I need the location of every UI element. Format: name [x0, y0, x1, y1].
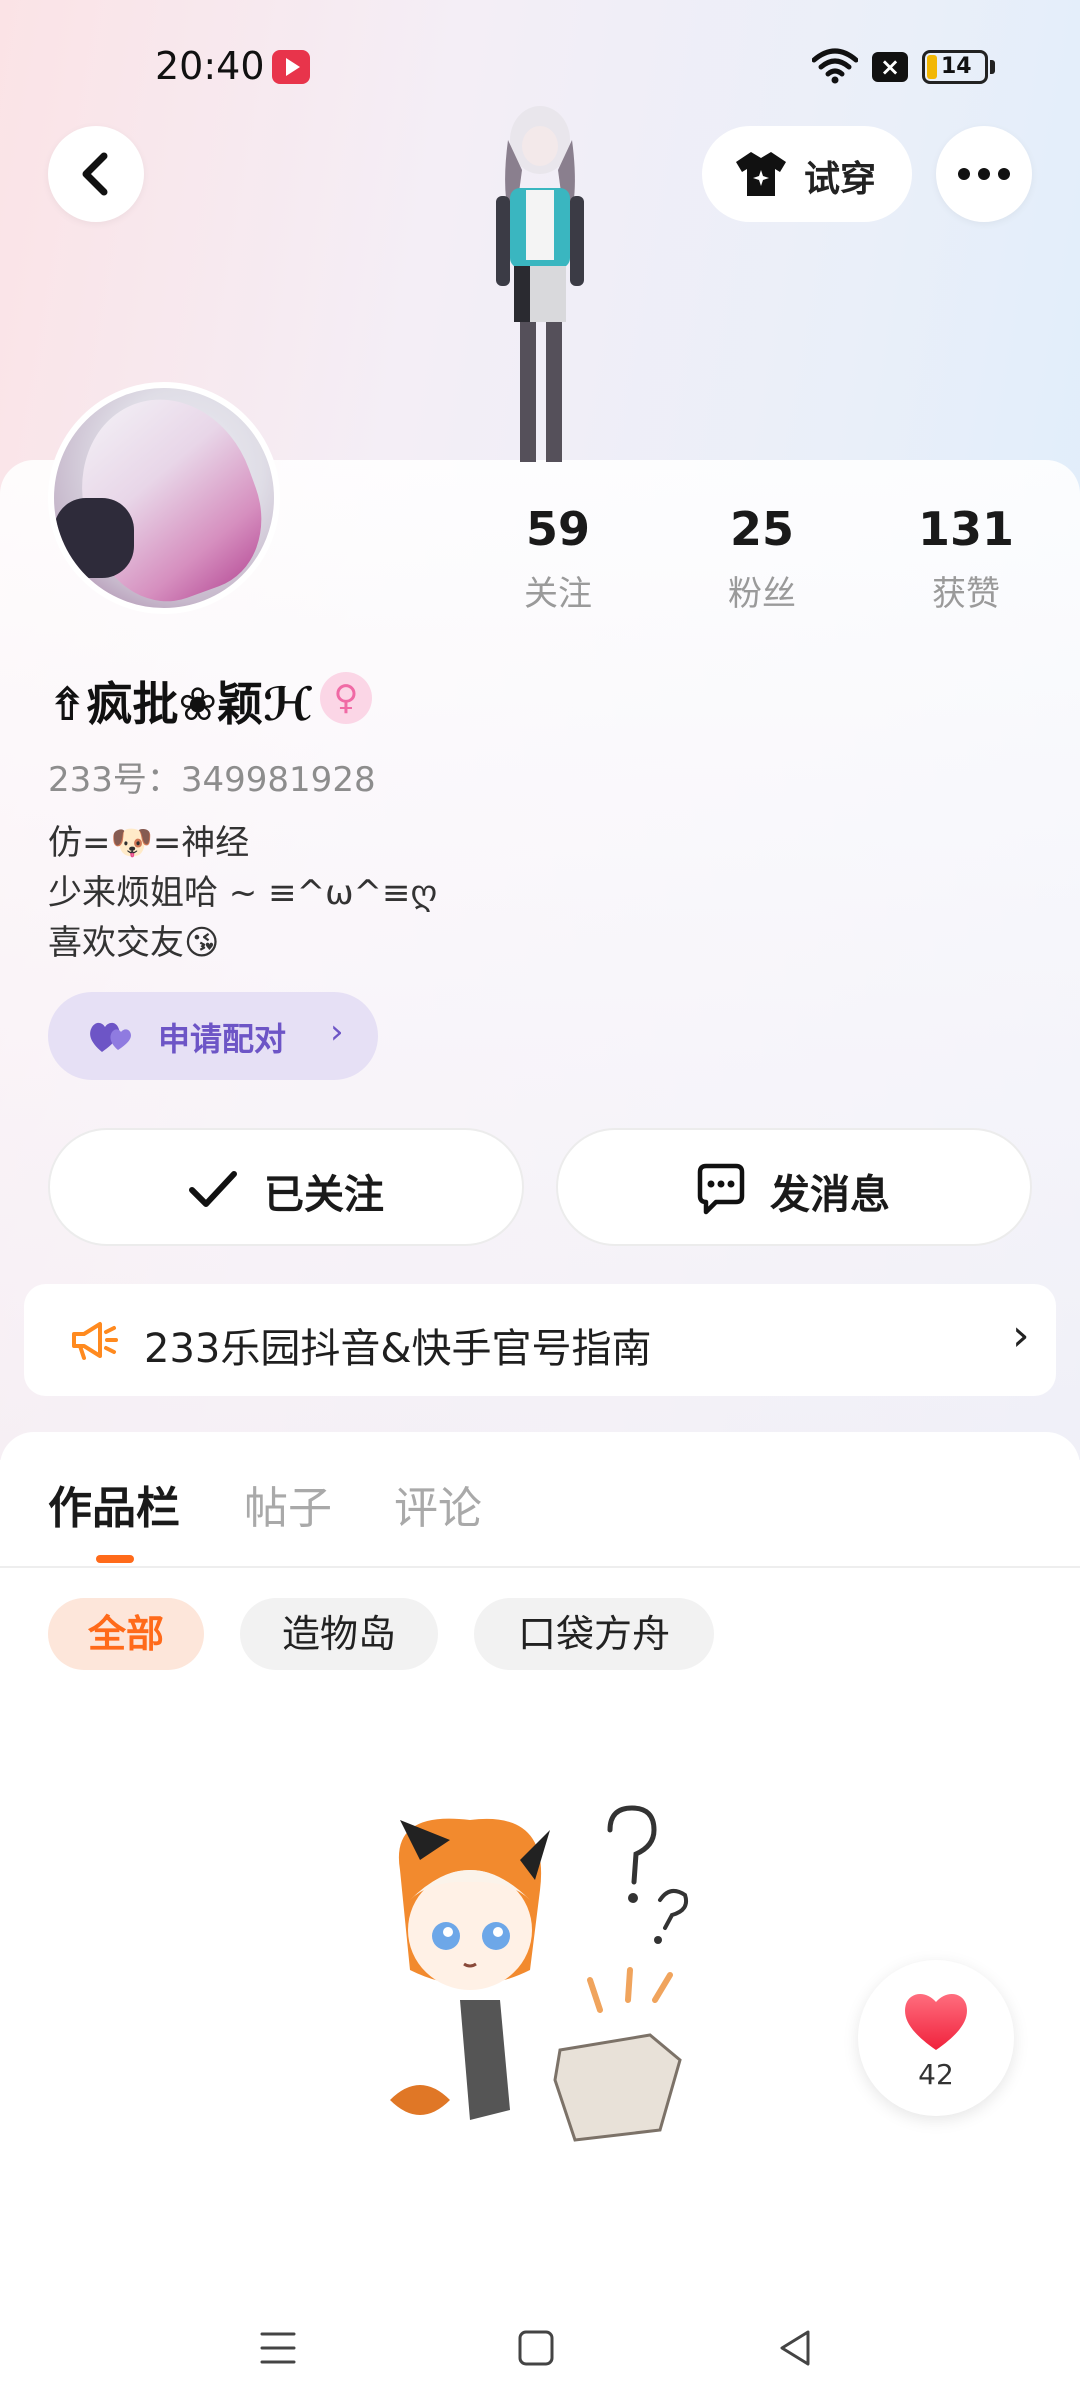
double-heart-icon — [90, 1022, 131, 1052]
stat-label: 粉丝 — [728, 574, 796, 614]
avatar-figure[interactable] — [440, 100, 640, 462]
back-icon — [82, 152, 108, 196]
female-gender-icon: ♀ — [320, 672, 372, 724]
notice-banner[interactable]: 233乐园抖音&快手官号指南 › — [24, 1284, 1056, 1396]
like-float-button[interactable]: 42 — [858, 1960, 1014, 2116]
filter-all[interactable]: 全部 — [48, 1598, 204, 1670]
active-tab-indicator — [96, 1555, 134, 1563]
home-icon[interactable] — [514, 2326, 558, 2370]
try-on-button[interactable]: 试穿 — [702, 126, 912, 222]
chevron-right-icon: › — [1012, 1310, 1030, 1361]
followed-button[interactable]: 已关注 — [48, 1128, 524, 1246]
stat-value: 59 — [525, 502, 590, 556]
more-button[interactable] — [936, 126, 1032, 222]
send-message-button[interactable]: 发消息 — [556, 1128, 1032, 1246]
tab-comments[interactable]: 评论 — [394, 1472, 482, 1536]
like-count: 42 — [918, 2058, 954, 2091]
filter-creation-island[interactable]: 造物岛 — [240, 1598, 438, 1670]
request-pair-button[interactable]: 申请配对 › — [48, 992, 378, 1080]
stat-likes[interactable]: 131 获赞 — [886, 502, 1046, 615]
try-on-label: 试穿 — [804, 159, 877, 200]
profile-name: ⇮疯批❀颖ℋ — [48, 677, 313, 731]
stat-value: 25 — [729, 502, 794, 556]
more-icon — [958, 168, 1010, 180]
menu-icon[interactable] — [256, 2326, 300, 2370]
chevron-right-icon: › — [330, 1012, 344, 1052]
battery-tip — [990, 60, 995, 74]
stat-label: 获赞 — [932, 574, 1000, 614]
tab-works[interactable]: 作品栏 — [48, 1472, 180, 1536]
chat-bubble-icon — [697, 1163, 745, 1215]
check-icon — [189, 1171, 237, 1207]
stat-following[interactable]: 59 关注 — [478, 502, 638, 615]
request-pair-label: 申请配对 — [158, 1020, 287, 1058]
tab-posts[interactable]: 帖子 — [244, 1472, 332, 1536]
empty-state-illustration — [390, 1805, 689, 2142]
stat-followers[interactable]: 25 粉丝 — [682, 502, 842, 615]
back-triangle-icon[interactable] — [774, 2326, 818, 2370]
status-time: 20:40 — [155, 44, 265, 88]
battery-level: 14 — [941, 54, 972, 79]
followed-label: 已关注 — [264, 1172, 384, 1218]
notice-text: 233乐园抖音&快手官号指南 — [144, 1326, 652, 1372]
stat-label: 关注 — [524, 574, 592, 614]
megaphone-icon — [72, 1322, 118, 1360]
stat-value: 131 — [917, 502, 1015, 556]
wifi-icon — [812, 48, 858, 84]
user-id: 233号：349981928 — [48, 760, 376, 800]
battery-icon: 14 — [922, 50, 988, 84]
filter-pocket-ark[interactable]: 口袋方舟 — [474, 1598, 714, 1670]
status-bar: 20:40 × 14 — [0, 40, 1080, 100]
tab-divider — [0, 1566, 1080, 1568]
record-icon — [272, 50, 310, 84]
send-message-label: 发消息 — [770, 1172, 890, 1218]
profile-bio: 仿=🐶=神经 少来烦姐哈 ~ ≡^ω^≡ღ 喜欢交友😘 — [48, 823, 438, 963]
no-sim-icon: × — [872, 52, 908, 82]
back-button[interactable] — [48, 126, 144, 222]
system-navigation-bar — [0, 2290, 1080, 2400]
profile-avatar[interactable] — [48, 382, 280, 614]
shirt-icon — [736, 152, 786, 196]
heart-icon — [905, 1993, 967, 2050]
